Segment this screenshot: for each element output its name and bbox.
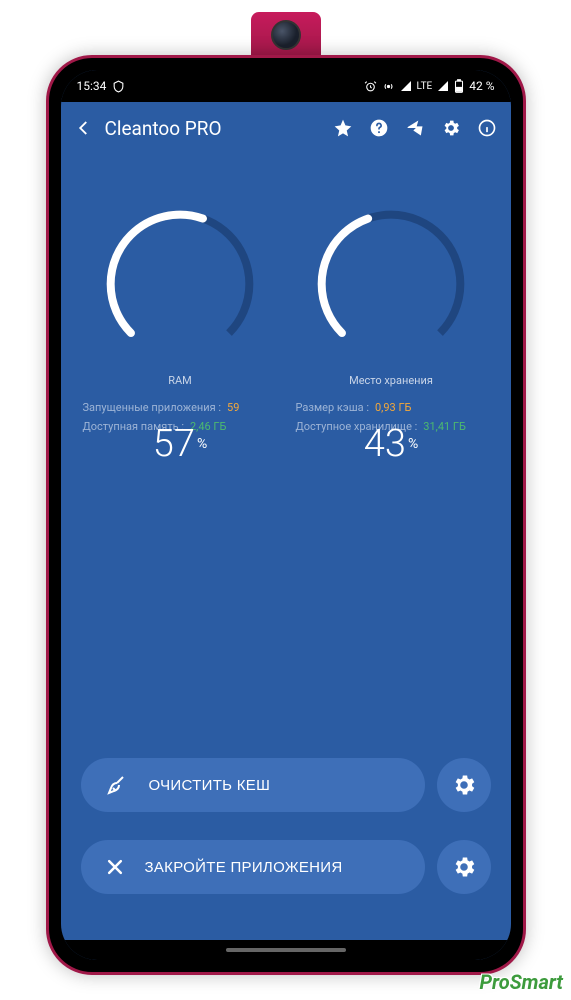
status-time: 15:34: [77, 79, 107, 93]
ram-gauge: 57 % RAM: [100, 204, 260, 387]
camera-lens: [271, 20, 301, 50]
close-icon: [105, 857, 125, 877]
nav-pill[interactable]: [226, 948, 346, 952]
close-apps-label: ЗАКРОЙТЕ ПРИЛОЖЕНИЯ: [145, 859, 343, 876]
watermark: ProSmart: [479, 970, 563, 994]
navigation-bar: [61, 940, 511, 960]
percent-sign: %: [197, 436, 207, 452]
actions-section: ОЧИСТИТЬ КЕШ ЗАКРОЙТЕ ПРИЛОЖЕНИЯ: [61, 758, 511, 940]
network-label: LTE: [417, 81, 433, 92]
signal2-icon: [437, 80, 449, 92]
clear-cache-settings-button[interactable]: [437, 758, 491, 812]
share-icon[interactable]: [405, 118, 425, 138]
ram-value: 57: [153, 422, 195, 466]
clear-cache-button[interactable]: ОЧИСТИТЬ КЕШ: [81, 758, 425, 812]
phone-frame: 15:34 LTE: [46, 55, 526, 975]
signal-icon: [400, 80, 412, 92]
phone-camera-popup: [251, 12, 321, 58]
phone-screen: 15:34 LTE: [61, 70, 511, 960]
shield-icon: [112, 80, 125, 93]
gauges-section: 57 % RAM 43 % Место хранен: [61, 154, 511, 393]
gear-icon: [451, 772, 477, 798]
help-icon[interactable]: [369, 118, 389, 138]
app-title: Cleantoo PRO: [105, 117, 333, 140]
hotspot-icon: [382, 80, 395, 93]
battery-icon: [454, 79, 464, 93]
status-bar: 15:34 LTE: [61, 70, 511, 102]
broom-icon: [105, 773, 129, 797]
settings-icon[interactable]: [441, 118, 461, 138]
percent-sign: %: [408, 436, 418, 452]
info-icon[interactable]: [477, 118, 497, 138]
battery-percent: 42 %: [469, 79, 494, 93]
storage-gauge: 43 % Место хранения: [311, 204, 471, 387]
back-icon[interactable]: [75, 119, 93, 137]
app-bar: Cleantoo PRO: [61, 102, 511, 154]
storage-value: 43: [364, 422, 406, 466]
star-icon[interactable]: [333, 118, 353, 138]
clear-cache-label: ОЧИСТИТЬ КЕШ: [149, 777, 271, 794]
alarm-icon: [364, 80, 377, 93]
gear-icon: [451, 854, 477, 880]
close-apps-settings-button[interactable]: [437, 840, 491, 894]
close-apps-button[interactable]: ЗАКРОЙТЕ ПРИЛОЖЕНИЯ: [81, 840, 425, 894]
